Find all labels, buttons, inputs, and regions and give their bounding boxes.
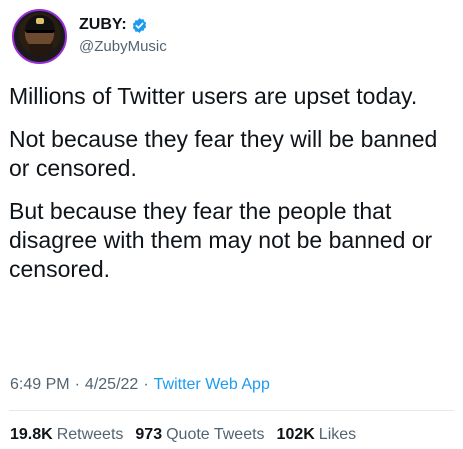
tweet-paragraph: Millions of Twitter users are upset toda… bbox=[9, 83, 418, 109]
display-name[interactable]: ZUBY: bbox=[79, 15, 127, 35]
verified-badge-icon bbox=[132, 17, 146, 33]
quote-tweets-stat[interactable]: 973 Quote Tweets bbox=[135, 426, 264, 444]
retweets-count: 19.8K bbox=[10, 426, 53, 443]
tweet-header: ZUBY: @ZubyMusic bbox=[12, 6, 167, 66]
engagement-stats: 19.8K Retweets 973 Quote Tweets 102K Likes bbox=[10, 426, 368, 444]
avatar[interactable] bbox=[12, 8, 67, 64]
tweet-time[interactable]: 6:49 PM bbox=[10, 376, 70, 394]
display-name-row: ZUBY: bbox=[79, 15, 167, 35]
tweet-source-link[interactable]: Twitter Web App bbox=[154, 376, 270, 394]
cap-logo bbox=[36, 17, 44, 24]
tweet-paragraph: But because they fear the people that di… bbox=[9, 198, 433, 282]
meta-separator: · bbox=[74, 376, 80, 393]
tweet-paragraph: Not because they fear they will be banne… bbox=[9, 126, 438, 181]
likes-stat[interactable]: 102K Likes bbox=[277, 426, 357, 444]
author-names: ZUBY: @ZubyMusic bbox=[79, 15, 167, 57]
meta-separator: · bbox=[143, 376, 149, 393]
divider bbox=[9, 410, 454, 411]
beard-shape bbox=[29, 43, 53, 58]
quote-tweets-label: Quote Tweets bbox=[166, 426, 265, 443]
quote-tweets-count: 973 bbox=[135, 426, 163, 443]
retweets-stat[interactable]: 19.8K Retweets bbox=[10, 426, 123, 444]
retweets-label: Retweets bbox=[56, 426, 124, 443]
likes-label: Likes bbox=[318, 426, 357, 443]
tweet-date[interactable]: 4/25/22 bbox=[85, 376, 138, 394]
user-handle[interactable]: @ZubyMusic bbox=[79, 37, 167, 57]
tweet-meta: 6:49 PM · 4/25/22 · Twitter Web App bbox=[10, 376, 270, 394]
likes-count: 102K bbox=[276, 426, 315, 443]
tweet-text: Millions of Twitter users are upset toda… bbox=[9, 82, 459, 298]
